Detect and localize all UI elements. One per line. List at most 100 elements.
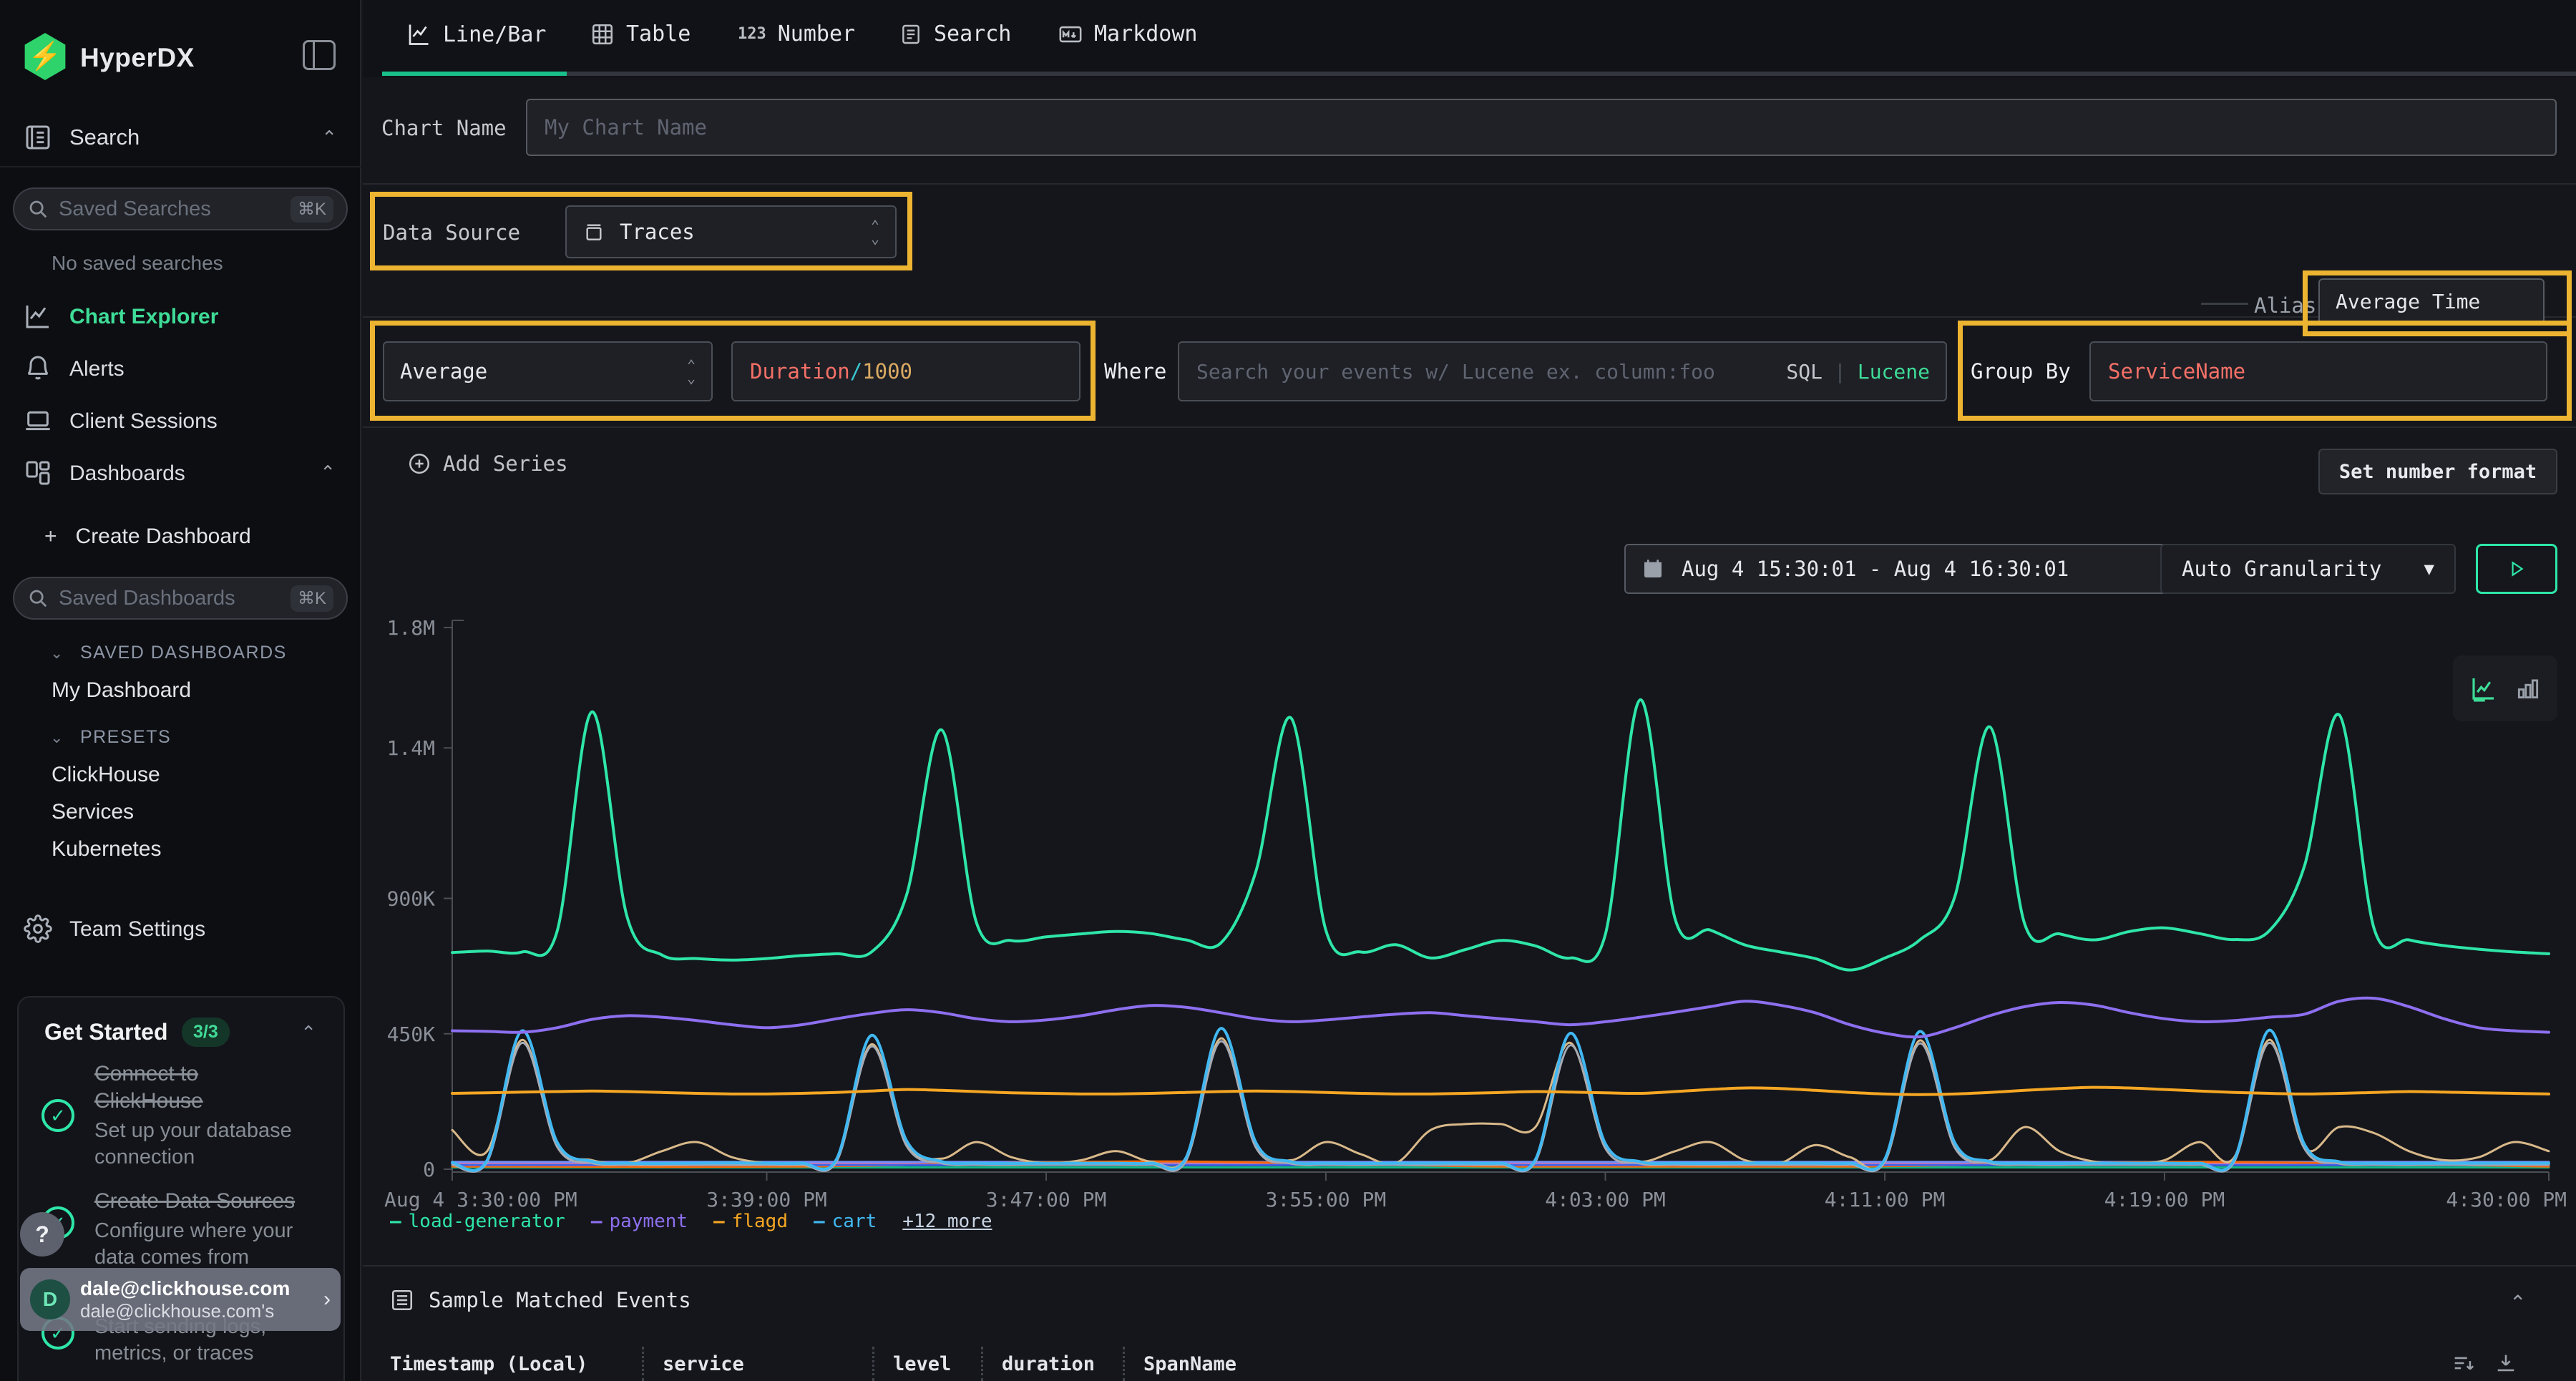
gs-item1-title: Connect to ClickHouse [94, 1060, 203, 1115]
chart-plot-area[interactable]: 1.8M1.4M900K450K0Aug 4 3:30:00 PM3:39:00… [363, 608, 2576, 1224]
no-saved-searches-text: No saved searches [52, 252, 223, 275]
table-icon [590, 22, 615, 47]
search-doc-icon [899, 23, 922, 46]
calendar-icon [1641, 557, 1664, 580]
search-icon [27, 198, 49, 220]
chart-name-input[interactable] [526, 99, 2557, 156]
create-dashboard-button[interactable]: +Create Dashboard [44, 524, 251, 549]
line-bar-icon [406, 21, 431, 47]
saved-dashboards-input[interactable]: Saved Dashboards ⌘K [13, 577, 348, 620]
tab-number[interactable]: 123 Number [738, 21, 855, 47]
highlight-aggregation [370, 321, 1096, 421]
svg-text:Aug 4 3:30:00 PM: Aug 4 3:30:00 PM [384, 1188, 577, 1211]
sample-events-header[interactable]: Sample Matched Events [390, 1288, 691, 1312]
chevron-up-icon[interactable]: ⌃ [320, 462, 336, 484]
sort-lines-icon[interactable] [2451, 1351, 2475, 1375]
query-language-toggle[interactable]: SQL | Lucene [1786, 341, 1930, 401]
list-panel-icon [390, 1288, 414, 1312]
chevron-up-icon[interactable]: ⌃ [321, 127, 337, 149]
download-icon[interactable] [2494, 1351, 2518, 1375]
tab-markdown[interactable]: Markdown [1058, 21, 1198, 47]
run-query-button[interactable] [2476, 544, 2557, 594]
get-started-badge: 3/3 [182, 1018, 230, 1047]
bell-icon [24, 353, 52, 382]
group-saved-dashboards[interactable]: ⌄ SAVED DASHBOARDS [50, 643, 287, 663]
sidebar-section-search[interactable]: Search ⌃ [0, 122, 361, 153]
col-level[interactable]: level [872, 1347, 981, 1381]
svg-text:4:11:00 PM: 4:11:00 PM [1825, 1188, 1946, 1211]
search-icon [27, 587, 49, 609]
svg-text:4:19:00 PM: 4:19:00 PM [2104, 1188, 2225, 1211]
check-circle-icon: ✓ [42, 1099, 74, 1132]
tab-table[interactable]: Table [590, 21, 691, 47]
chevron-down-icon: ⌄ [50, 644, 64, 663]
markdown-icon [1058, 22, 1083, 47]
legend-item[interactable]: —payment [591, 1211, 688, 1232]
gear-icon [24, 914, 52, 943]
set-number-format-button[interactable]: Set number format [2318, 449, 2557, 494]
chevron-right-icon: › [323, 1287, 331, 1312]
collapse-section-icon[interactable]: ⌃ [2509, 1291, 2526, 1314]
col-spanname[interactable]: SpanName [1123, 1347, 1309, 1381]
dashboard-grid-icon [24, 459, 52, 487]
legend-item[interactable]: —cart [814, 1211, 877, 1232]
highlight-group-by [1958, 321, 2572, 421]
svg-text:4:03:00 PM: 4:03:00 PM [1545, 1188, 1666, 1211]
sidebar: ⚡ HyperDX Search ⌃ Saved Searches ⌘K No … [0, 0, 361, 1381]
legend-item[interactable]: —load-generator [390, 1211, 565, 1232]
sidebar-divider [0, 166, 361, 167]
tab-search[interactable]: Search [899, 21, 1011, 47]
user-email: dale@clickhouse.com [80, 1277, 323, 1300]
granularity-select[interactable]: Auto Granularity ▼ [2160, 544, 2456, 594]
sidebar-collapse-icon[interactable] [303, 40, 336, 70]
events-table-header: Timestamp (Local) service level duration… [390, 1347, 1309, 1381]
chart-legend: —load-generator —payment —flagd —cart +12 mo… [390, 1211, 992, 1232]
help-button[interactable]: ? [20, 1212, 64, 1256]
col-timestamp[interactable]: Timestamp (Local) [390, 1347, 642, 1381]
plus-icon: + [44, 524, 57, 548]
user-menu[interactable]: D dale@clickhouse.com dale@clickhouse.co… [20, 1268, 341, 1331]
lucene-option[interactable]: Lucene [1858, 360, 1930, 384]
col-service[interactable]: service [642, 1347, 872, 1381]
play-icon [2507, 560, 2526, 578]
svg-text:900K: 900K [387, 887, 436, 911]
sidebar-item-kubernetes[interactable]: Kubernetes [52, 837, 161, 862]
svg-text:3:39:00 PM: 3:39:00 PM [706, 1188, 827, 1211]
sidebar-item-clickhouse[interactable]: ClickHouse [52, 763, 160, 787]
gs-item1-desc: Set up your database connection [94, 1118, 292, 1171]
svg-text:3:55:00 PM: 3:55:00 PM [1266, 1188, 1387, 1211]
svg-text:1.8M: 1.8M [387, 616, 435, 640]
shortcut-badge: ⌘K [291, 196, 333, 223]
divider [363, 426, 2576, 428]
svg-text:0: 0 [423, 1158, 435, 1181]
tab-line-bar[interactable]: Line/Bar [406, 21, 547, 47]
divider [363, 183, 2576, 185]
app-title: HyperDX [80, 43, 195, 73]
number-123-icon: 123 [738, 25, 766, 43]
saved-searches-input[interactable]: Saved Searches ⌘K [13, 187, 348, 230]
chevron-up-icon[interactable]: ⌃ [301, 1022, 316, 1044]
user-team: dale@clickhouse.com's [80, 1300, 323, 1322]
sidebar-item-my-dashboard[interactable]: My Dashboard [52, 678, 191, 703]
divider [363, 316, 2576, 318]
main-content: Line/Bar Table 123 Number Search Markdow… [363, 0, 2576, 1381]
gs-item2-desc: Configure where your data comes from [94, 1218, 293, 1271]
chart-type-tabs: Line/Bar Table 123 Number Search Markdow… [363, 0, 2576, 77]
shortcut-badge: ⌘K [291, 585, 333, 612]
divider [363, 1265, 2576, 1267]
search-section-label: Search [69, 125, 140, 150]
hyperdx-app: ⚡ HyperDX Search ⌃ Saved Searches ⌘K No … [0, 0, 2576, 1381]
gs-item2-title: Create Data Sources [94, 1188, 295, 1215]
add-series-button[interactable]: Add Series [407, 452, 568, 476]
alias-connector-line [2201, 303, 2248, 305]
svg-text:3:47:00 PM: 3:47:00 PM [986, 1188, 1107, 1211]
active-tab-indicator [382, 72, 567, 76]
sql-option[interactable]: SQL [1786, 360, 1823, 384]
where-search-wrap: SQL | Lucene [1178, 341, 1947, 401]
legend-item[interactable]: —flagd [713, 1211, 788, 1232]
legend-more-link[interactable]: +12 more [902, 1211, 992, 1232]
col-duration[interactable]: duration [981, 1347, 1123, 1381]
group-presets[interactable]: ⌄ PRESETS [50, 727, 171, 748]
chevron-down-icon: ▼ [2424, 559, 2434, 579]
sidebar-item-services[interactable]: Services [52, 800, 134, 824]
